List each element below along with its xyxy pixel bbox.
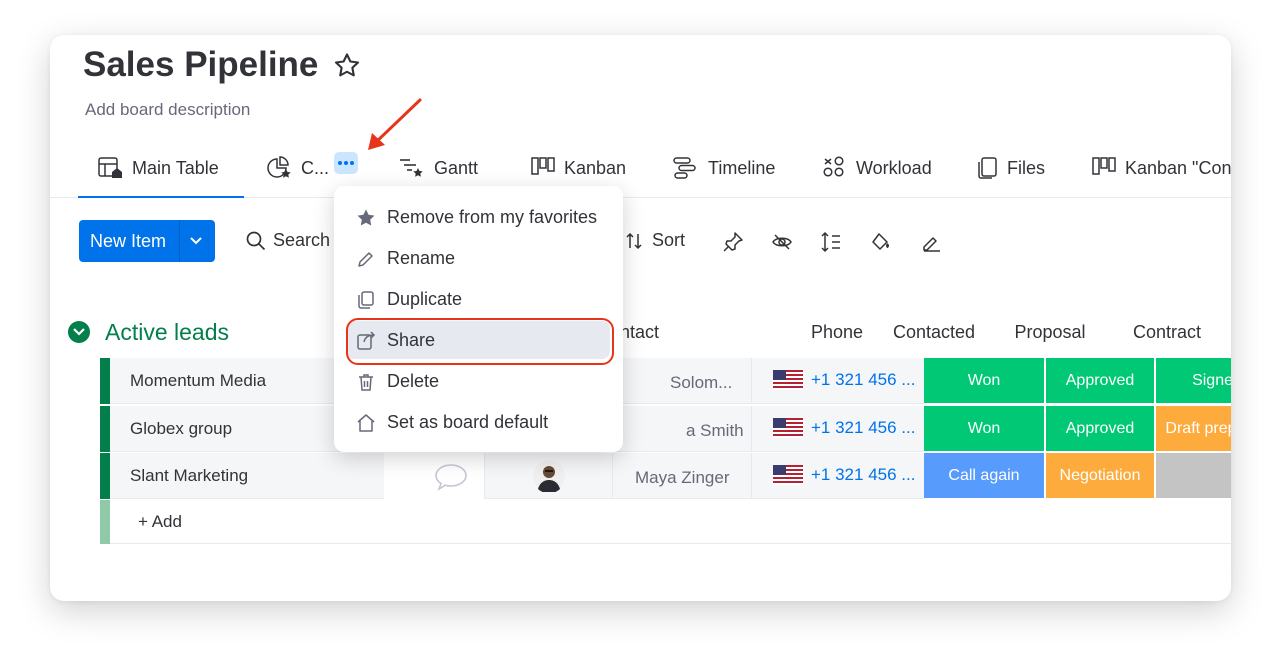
status-contacted[interactable]: Call again <box>924 453 1044 499</box>
add-item-row[interactable]: + Add <box>100 500 1231 544</box>
status-contract[interactable]: Signed <box>1156 358 1231 404</box>
view-tabs: Main Table C... Gantt Kanban Timeline Wo… <box>50 139 1231 198</box>
chevron-down-icon <box>73 328 85 336</box>
column-header-contract[interactable]: Contract <box>1106 322 1228 343</box>
status-contract[interactable] <box>1156 453 1231 499</box>
hide-eye-icon[interactable] <box>771 231 793 253</box>
search-button[interactable]: Search <box>246 230 330 251</box>
status-proposal[interactable]: Negotiation <box>1046 453 1154 499</box>
favorite-star-icon[interactable] <box>332 51 362 81</box>
column-header-contacted[interactable]: Contacted <box>874 322 994 343</box>
avatar[interactable] <box>533 460 565 492</box>
kanban-icon <box>1092 157 1116 175</box>
board-description[interactable]: Add board description <box>85 100 250 120</box>
chevron-down-icon[interactable] <box>189 233 203 247</box>
sort-button[interactable]: Sort <box>624 230 685 251</box>
sort-icon <box>626 232 642 249</box>
status-contract[interactable]: Draft prepared <box>1156 406 1231 452</box>
contact-cell[interactable]: Maya Zinger <box>612 453 751 499</box>
tab-files[interactable]: Files <box>977 139 1045 197</box>
star-filled-icon <box>357 209 375 226</box>
pin-icon[interactable] <box>722 231 744 253</box>
status-contacted[interactable]: Won <box>924 406 1044 452</box>
column-header-proposal[interactable]: Proposal <box>996 322 1104 343</box>
group-collapse-toggle[interactable] <box>68 321 90 343</box>
phone-cell[interactable]: +1 321 456 ... <box>751 406 924 452</box>
us-flag-icon <box>773 465 803 485</box>
table-row[interactable]: Globex group a Smith +1 321 456 ... Won … <box>100 406 1231 452</box>
tab-workload[interactable]: Workload <box>822 139 932 197</box>
annotation-arrow-icon <box>368 98 422 150</box>
table-row[interactable]: Slant Marketing Maya Zinger +1 321 456 .… <box>100 453 1231 499</box>
edit-pen-icon[interactable] <box>920 231 942 253</box>
us-flag-icon <box>773 370 803 390</box>
tab-kanban-con[interactable]: Kanban "Con <box>1091 139 1231 197</box>
status-proposal[interactable]: Approved <box>1046 406 1154 452</box>
paint-bucket-icon[interactable] <box>870 231 892 253</box>
files-icon <box>978 157 997 179</box>
row-height-icon[interactable] <box>820 231 842 253</box>
timeline-icon <box>673 157 696 179</box>
gantt-icon <box>400 159 423 177</box>
us-flag-icon <box>773 418 803 438</box>
menu-item-remove-favorite[interactable]: Remove from my favorites <box>334 198 623 236</box>
column-header-contact[interactable]: ntact <box>620 322 700 343</box>
tab-options-button[interactable] <box>334 152 358 174</box>
search-icon <box>246 231 266 250</box>
trash-icon <box>359 374 373 391</box>
contact-cell[interactable]: Solom... <box>612 358 751 404</box>
status-proposal[interactable]: Approved <box>1046 358 1154 404</box>
menu-item-set-default[interactable]: Set as board default <box>334 403 623 441</box>
workload-icon <box>823 156 844 177</box>
tab-main-table[interactable]: Main Table <box>78 139 244 198</box>
board-window: Sales Pipeline Add board description Mai… <box>50 35 1231 601</box>
phone-cell[interactable]: +1 321 456 ... <box>751 453 924 499</box>
menu-item-delete[interactable]: Delete <box>334 362 623 400</box>
tab-chart[interactable]: C... <box>267 139 329 197</box>
menu-item-duplicate[interactable]: Duplicate <box>334 280 623 318</box>
group-title[interactable]: Active leads <box>105 319 229 346</box>
share-highlight-ring <box>346 318 614 365</box>
phone-cell[interactable]: +1 321 456 ... <box>751 358 924 404</box>
menu-item-rename[interactable]: Rename <box>334 239 623 277</box>
new-item-button[interactable]: New Item <box>79 220 215 262</box>
home-icon <box>357 414 375 432</box>
status-contacted[interactable]: Won <box>924 358 1044 404</box>
table-row[interactable]: Momentum Media Solom... +1 321 456 ... W… <box>100 358 1231 404</box>
table-home-icon <box>98 157 122 178</box>
updates-chat-icon[interactable] <box>434 463 468 491</box>
chart-star-icon <box>267 156 291 178</box>
person-cell[interactable] <box>484 453 612 499</box>
contact-cell[interactable]: a Smith <box>612 406 751 452</box>
pencil-icon <box>358 252 373 267</box>
kanban-icon <box>531 157 555 175</box>
tab-timeline[interactable]: Timeline <box>672 139 775 197</box>
duplicate-icon <box>358 291 374 309</box>
item-name-cell[interactable]: Slant Marketing <box>110 453 384 499</box>
board-title[interactable]: Sales Pipeline <box>83 45 318 85</box>
